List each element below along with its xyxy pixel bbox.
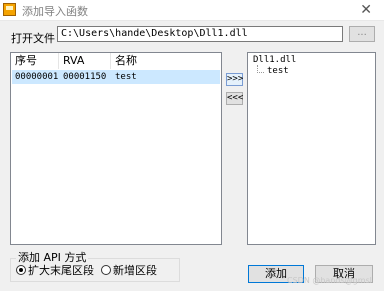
import-tree[interactable]: Dll1.dll test xyxy=(247,52,376,245)
close-icon[interactable]: ✕ xyxy=(360,2,372,18)
tree-child-node[interactable]: test xyxy=(267,66,289,76)
add-api-mode-label: 添加 API 方式 xyxy=(16,251,89,264)
window-title: 添加导入函数 xyxy=(22,5,88,18)
column-header-index[interactable]: 序号 xyxy=(11,53,59,69)
table-row[interactable]: 00000001 00001150 test xyxy=(12,70,220,84)
tree-root-node[interactable]: Dll1.dll xyxy=(253,55,296,65)
watermark-text: CSDN @hands@gmsl xyxy=(287,276,372,285)
radio-unchecked-icon xyxy=(101,265,111,275)
row-index: 00000001 xyxy=(15,72,59,82)
add-to-import-button[interactable]: >>> xyxy=(226,73,243,86)
browse-button[interactable]: ... xyxy=(349,26,375,42)
file-path-input[interactable]: C:\Users\hande\Desktop\Dll1.dll xyxy=(57,26,343,42)
radio-checked-icon xyxy=(16,265,26,275)
column-header-rva[interactable]: RVA xyxy=(59,53,111,69)
row-name: test xyxy=(115,72,137,82)
title-bar: 添加导入函数 ✕ xyxy=(0,0,384,21)
list-header: 序号 RVA 名称 xyxy=(11,53,221,69)
app-icon xyxy=(3,3,16,16)
row-rva: 00001150 xyxy=(63,72,107,82)
export-function-list[interactable]: 序号 RVA 名称 00000001 00001150 test xyxy=(10,52,222,245)
tree-connector-icon xyxy=(257,65,264,73)
radio-label-new: 新增区段 xyxy=(113,264,157,277)
radio-new-section[interactable]: 新增区段 xyxy=(101,264,157,278)
open-file-label: 打开文件 xyxy=(11,32,55,45)
radio-expand-last-section[interactable]: 扩大末尾区段 xyxy=(16,264,94,278)
column-header-name[interactable]: 名称 xyxy=(111,53,221,69)
remove-from-import-button[interactable]: <<< xyxy=(226,92,243,105)
radio-label-expand: 扩大末尾区段 xyxy=(28,264,94,277)
